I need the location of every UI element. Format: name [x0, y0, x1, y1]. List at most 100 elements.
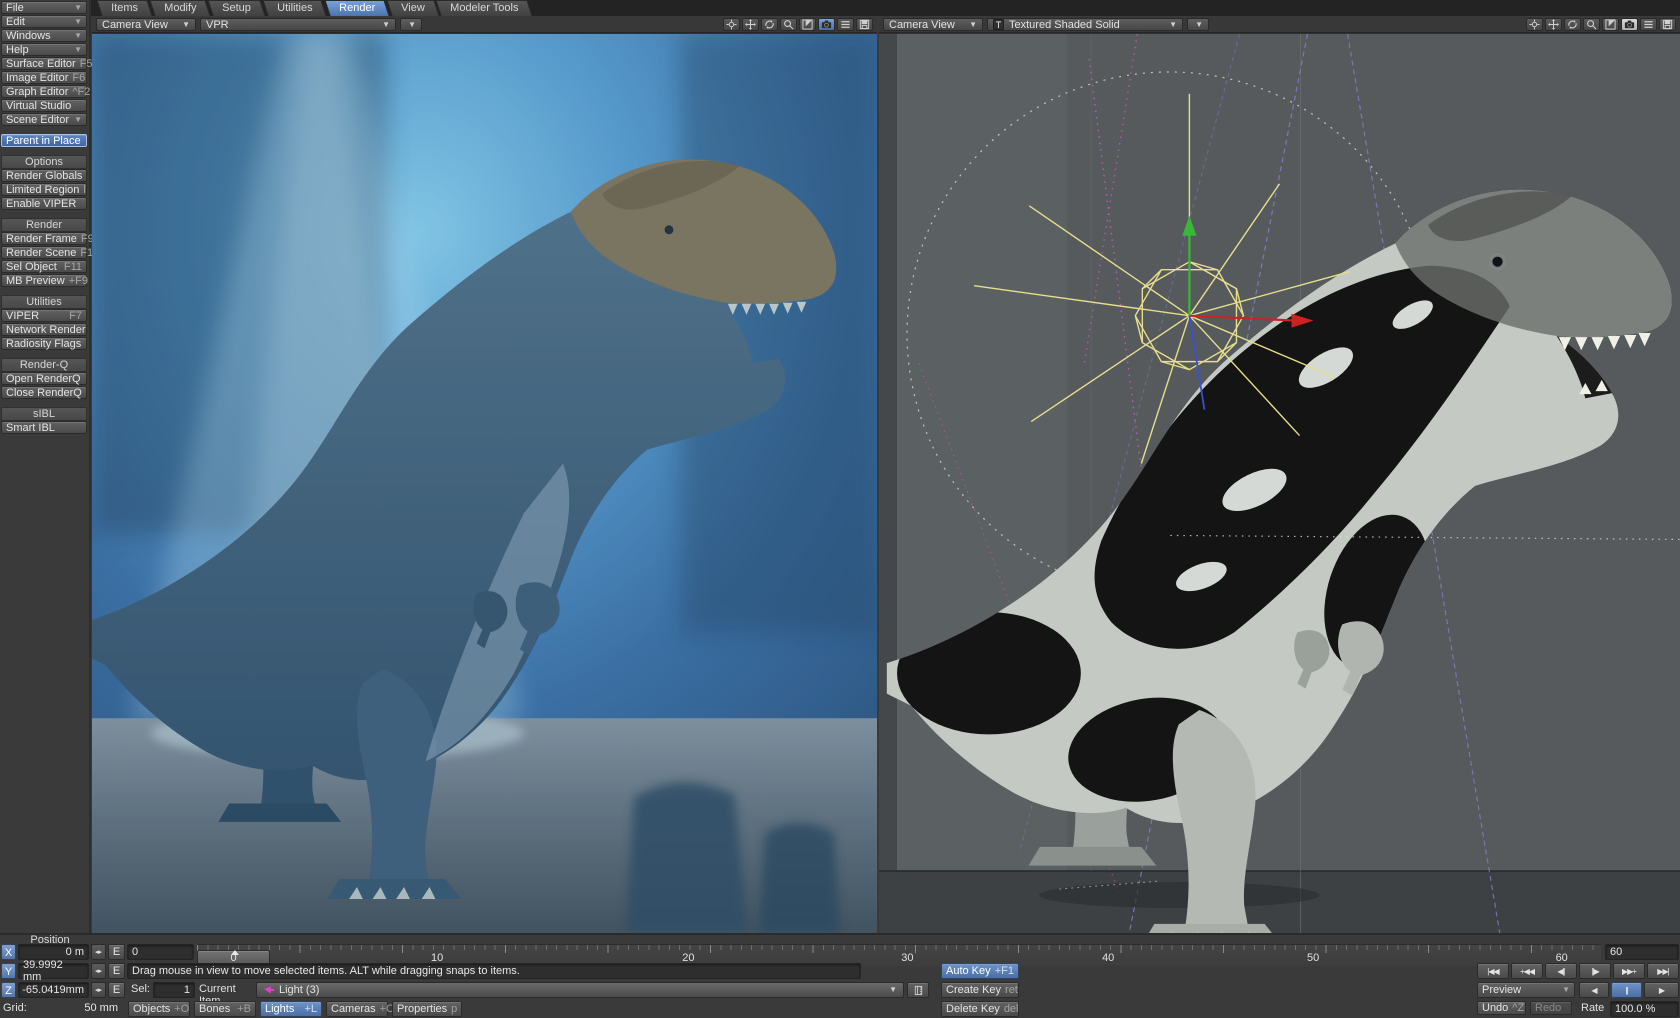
pan-icon[interactable]: [1526, 18, 1543, 31]
x-stepper[interactable]: ◂▸: [91, 944, 106, 960]
viewport-opengl-titlebar: Camera View▼ T Textured Shaded Solid▼ ▼: [879, 17, 1680, 33]
tab-utilities[interactable]: Utilities: [262, 0, 327, 16]
cameras-mode-button[interactable]: Cameras+C: [326, 1001, 388, 1017]
x-envelope-button[interactable]: E: [108, 944, 125, 960]
rotate-icon[interactable]: [761, 18, 778, 31]
rate-value-field[interactable]: 100.0 %: [1610, 1001, 1679, 1017]
maximize-icon[interactable]: [799, 18, 816, 31]
parent-in-place-button[interactable]: Parent in Place: [1, 134, 87, 147]
grid-size-value: 50 mm: [58, 1002, 118, 1014]
status-hint-bar: Drag mouse in view to move selected item…: [127, 963, 861, 979]
rate-label: Rate: [1581, 1002, 1604, 1014]
delete-key-button[interactable]: Delete Keydel: [941, 1001, 1019, 1017]
z-envelope-button[interactable]: E: [108, 982, 125, 998]
bones-mode-button[interactable]: Bones+B: [194, 1001, 256, 1017]
current-frame-field[interactable]: 0: [127, 944, 194, 960]
y-value-field[interactable]: 39.9992 mm: [18, 963, 89, 979]
y-stepper[interactable]: ◂▸: [91, 963, 106, 979]
sidebar-item-render-scene[interactable]: Render SceneF10: [1, 246, 87, 259]
next-frame-button[interactable]: ||▶: [1579, 963, 1611, 979]
tab-modeler-tools[interactable]: Modeler Tools: [436, 0, 533, 16]
item-list-icon[interactable]: [907, 982, 929, 998]
render-mode-dropdown[interactable]: VPR▼: [200, 18, 396, 31]
menu-windows[interactable]: Windows▼: [1, 29, 87, 42]
view-type-dropdown[interactable]: Camera View▼: [96, 18, 196, 31]
sidebar-item-radiosity-flags[interactable]: Radiosity Flags: [1, 337, 87, 350]
preview-dropdown[interactable]: Preview▼: [1477, 982, 1575, 998]
move-icon[interactable]: [1545, 18, 1562, 31]
maximize-icon[interactable]: [1602, 18, 1619, 31]
tab-modify[interactable]: Modify: [149, 0, 211, 16]
pause-button[interactable]: ||: [1611, 982, 1642, 998]
rotate-icon[interactable]: [1564, 18, 1581, 31]
auto-key-button[interactable]: Auto Key+F1: [941, 963, 1019, 979]
sidebar-item-open-renderq[interactable]: Open RenderQ: [1, 372, 87, 385]
z-stepper[interactable]: ◂▸: [91, 982, 106, 998]
previous-frame-button[interactable]: ◀||: [1545, 963, 1577, 979]
go-to-end-button[interactable]: ▶▶|: [1647, 963, 1679, 979]
viewport-options-dropdown[interactable]: ▼: [400, 18, 422, 31]
tab-items[interactable]: Items: [96, 0, 152, 16]
sidebar-item-mb-preview[interactable]: MB Preview+F9: [1, 274, 87, 287]
move-icon[interactable]: [742, 18, 759, 31]
menu-list-icon[interactable]: [837, 18, 854, 31]
sidebar-item-render-globals[interactable]: Render Globals: [1, 169, 87, 182]
lights-mode-button[interactable]: Lights+L: [260, 1001, 322, 1017]
camera-icon[interactable]: [1621, 18, 1638, 31]
tab-view[interactable]: View: [386, 0, 439, 16]
sidebar-item-network-render[interactable]: Network Render: [1, 323, 87, 336]
vpr-render-canvas[interactable]: [92, 34, 877, 933]
play-reverse-button[interactable]: ◀: [1579, 982, 1609, 998]
menu-list-icon[interactable]: [1640, 18, 1657, 31]
go-to-start-button[interactable]: |◀◀: [1477, 963, 1509, 979]
zoom-icon[interactable]: [1583, 18, 1600, 31]
redo-button[interactable]: Redo: [1530, 1001, 1572, 1015]
tab-setup[interactable]: Setup: [208, 0, 266, 16]
x-value-field[interactable]: 0 m: [18, 944, 89, 960]
opengl-canvas[interactable]: [879, 34, 1680, 933]
sidebar-item-virtual-studio[interactable]: Virtual Studio: [1, 99, 87, 112]
section-header-sibl: sIBL: [1, 407, 87, 421]
properties-button[interactable]: Propertiesp: [392, 1001, 462, 1017]
next-key-button[interactable]: ▶▶+: [1613, 963, 1645, 979]
x-axis-badge[interactable]: X: [1, 944, 16, 960]
menu-file[interactable]: File▼: [1, 1, 87, 14]
zoom-icon[interactable]: [780, 18, 797, 31]
sidebar-item-viper[interactable]: VIPERF7: [1, 309, 87, 322]
sidebar-item-image-editor[interactable]: Image EditorF6: [1, 71, 87, 84]
menu-help[interactable]: Help▼: [1, 43, 87, 56]
sidebar-item-limited-region[interactable]: Limited Regionl: [1, 183, 87, 196]
save-view-icon[interactable]: [1659, 18, 1676, 31]
chevron-down-icon: ▼: [1169, 21, 1177, 29]
sidebar-item-graph-editor[interactable]: Graph Editor^F2: [1, 85, 87, 98]
chevron-down-icon: ▼: [70, 4, 82, 12]
create-key-button[interactable]: Create Keyret: [941, 982, 1019, 998]
sidebar-item-render-frame[interactable]: Render FrameF9: [1, 232, 87, 245]
camera-icon[interactable]: [818, 18, 835, 31]
pan-icon[interactable]: [723, 18, 740, 31]
sidebar-item-sel-object[interactable]: Sel ObjectF11: [1, 260, 87, 273]
z-axis-badge[interactable]: Z: [1, 982, 16, 998]
view-type-dropdown[interactable]: Camera View▼: [883, 18, 983, 31]
end-frame-field[interactable]: 60: [1605, 944, 1679, 960]
y-axis-badge[interactable]: Y: [1, 963, 16, 979]
menu-edit[interactable]: Edit▼: [1, 15, 87, 28]
sidebar-item-surface-editor[interactable]: Surface EditorF5: [1, 57, 87, 70]
objects-mode-button[interactable]: Objects+O: [128, 1001, 190, 1017]
save-view-icon[interactable]: [856, 18, 873, 31]
sidebar-item-scene-editor[interactable]: Scene Editor▼: [1, 113, 87, 126]
play-button[interactable]: ▶: [1644, 982, 1679, 998]
frame-label: 50: [1307, 952, 1319, 964]
sidebar-item-enable-viper[interactable]: Enable VIPER: [1, 197, 87, 210]
z-value-field[interactable]: -65.0419mm: [18, 982, 89, 998]
render-mode-dropdown[interactable]: T Textured Shaded Solid▼: [987, 18, 1183, 31]
viewport-options-dropdown[interactable]: ▼: [1187, 18, 1209, 31]
chevron-down-icon: ▼: [182, 21, 190, 29]
previous-key-button[interactable]: +◀◀: [1511, 963, 1543, 979]
current-item-dropdown[interactable]: Light (3) ▼: [256, 982, 904, 998]
y-envelope-button[interactable]: E: [108, 963, 125, 979]
tab-render[interactable]: Render: [324, 0, 389, 16]
sidebar-item-close-renderq[interactable]: Close RenderQ: [1, 386, 87, 399]
undo-button[interactable]: Undo^Z: [1477, 1001, 1526, 1015]
sidebar-item-smart-ibl[interactable]: Smart IBL: [1, 421, 87, 434]
